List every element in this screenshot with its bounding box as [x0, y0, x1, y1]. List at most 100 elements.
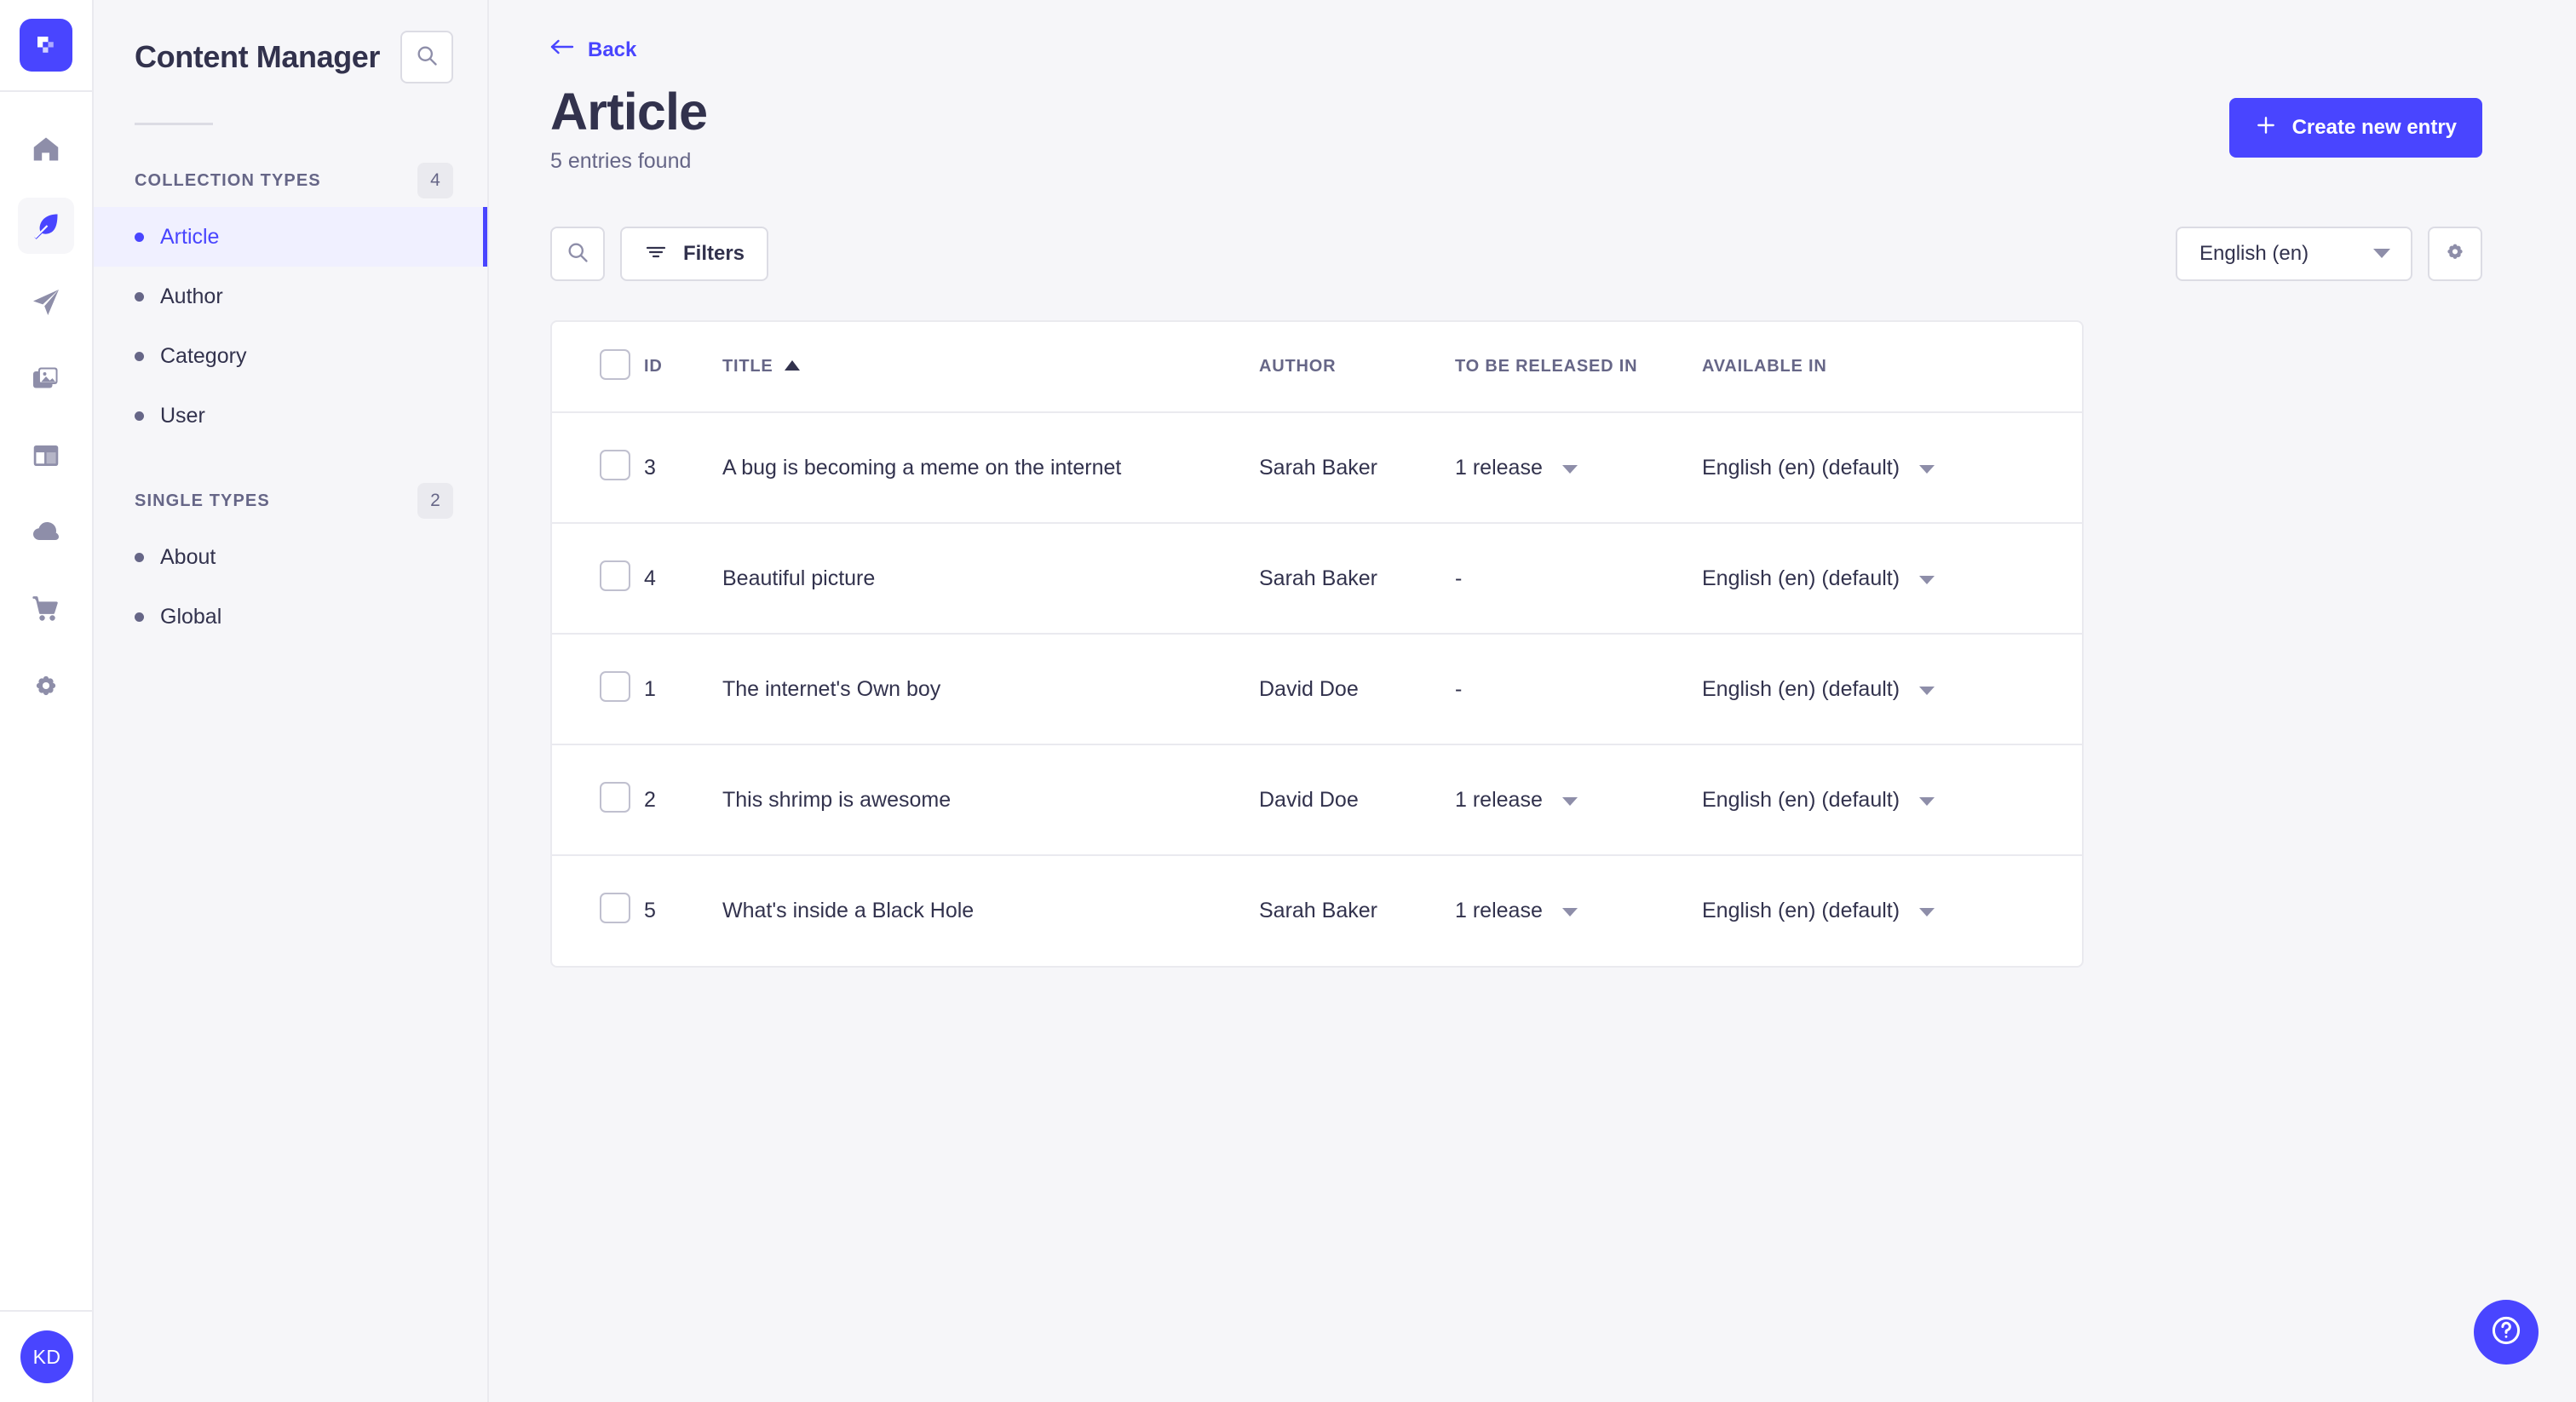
column-header-release[interactable]: TO BE RELEASED IN	[1455, 322, 1702, 414]
help-question-icon	[2490, 1314, 2522, 1351]
row-checkbox[interactable]	[600, 781, 630, 813]
column-header-select-all	[552, 322, 644, 414]
table-body: 3 A bug is becoming a meme on the intern…	[552, 412, 2082, 966]
marketplace-cloud-icon[interactable]	[18, 504, 74, 560]
main-content: Back Article 5 entries found Create new …	[489, 0, 2576, 1402]
row-select-cell	[552, 855, 644, 966]
cell-author: Sarah Baker	[1259, 523, 1455, 635]
content-type-builder-layout-icon[interactable]	[18, 428, 74, 484]
page-heading-group: Article 5 entries found	[550, 84, 708, 174]
table-header-row: ID TITLE AUTHOR TO BE RELEASED IN AVAILA…	[552, 322, 2082, 414]
column-header-available[interactable]: AVAILABLE IN	[1702, 322, 2082, 414]
toolbar-left: Filters	[550, 227, 769, 282]
available-dropdown[interactable]: English (en) (default)	[1702, 456, 1935, 480]
filters-button[interactable]: Filters	[620, 227, 769, 282]
page-title: Content Manager	[135, 39, 381, 74]
select-all-checkbox[interactable]	[600, 348, 630, 380]
content-manager-feather-icon[interactable]	[18, 198, 74, 254]
available-label: English (en) (default)	[1702, 787, 1900, 812]
section-label: SINGLE TYPES	[135, 491, 270, 510]
sidebar-item-global[interactable]: Global	[94, 587, 487, 646]
back-label: Back	[588, 37, 637, 61]
filters-label: Filters	[683, 242, 745, 266]
column-title-sort[interactable]: TITLE	[722, 357, 801, 376]
cell-release: 1 release	[1455, 855, 1702, 966]
search-button[interactable]	[400, 31, 453, 83]
entries-table: ID TITLE AUTHOR TO BE RELEASED IN AVAILA…	[552, 322, 2082, 966]
strapi-logo-icon[interactable]	[20, 19, 72, 72]
create-new-entry-button[interactable]: Create new entry	[2228, 98, 2482, 158]
table-row[interactable]: 3 A bug is becoming a meme on the intern…	[552, 412, 2082, 525]
locale-select[interactable]: English (en)	[2176, 227, 2412, 282]
cell-id: 5	[644, 899, 656, 923]
single-types-list: About Global	[94, 527, 487, 646]
release-label: 1 release	[1455, 455, 1543, 480]
cell-release: 1 release	[1455, 412, 1702, 525]
bullet-icon	[135, 411, 144, 421]
chevron-down-icon	[1918, 788, 1935, 813]
collection-types-list: Article Author Category User	[94, 207, 487, 445]
available-dropdown[interactable]: English (en) (default)	[1702, 788, 1935, 813]
sidebar-item-about[interactable]: About	[94, 527, 487, 587]
row-select-cell	[552, 412, 644, 525]
section-header-collection-types: COLLECTION TYPES 4	[94, 163, 487, 198]
icon-rail: KD	[0, 0, 94, 1402]
cell-available: English (en) (default)	[1702, 855, 2082, 966]
cell-author: David Doe	[1259, 744, 1455, 857]
table-row[interactable]: 2 This shrimp is awesome David Doe 1 rel…	[552, 744, 2082, 857]
column-header-title[interactable]: TITLE	[722, 322, 1259, 414]
release-dropdown[interactable]: 1 release	[1455, 456, 1578, 480]
avatar[interactable]: KD	[20, 1330, 73, 1383]
table-row[interactable]: 1 The internet's Own boy David Doe - Eng…	[552, 634, 2082, 746]
cell-release: -	[1455, 523, 1702, 635]
row-checkbox[interactable]	[600, 560, 630, 591]
sidebar-item-article[interactable]: Article	[94, 207, 487, 267]
chevron-down-icon	[1918, 456, 1935, 480]
help-button[interactable]	[2474, 1300, 2539, 1365]
column-header-id[interactable]: ID	[644, 322, 722, 414]
row-select-cell	[552, 523, 644, 635]
row-checkbox[interactable]	[600, 893, 630, 924]
sidebar-item-user[interactable]: User	[94, 386, 487, 445]
bullet-icon	[135, 552, 144, 562]
home-icon[interactable]	[18, 121, 74, 177]
cell-author: Sarah Baker	[1259, 412, 1455, 525]
sidebar-item-category[interactable]: Category	[94, 326, 487, 386]
content-manager-subnav: Content Manager COLLECTION TYPES 4 Artic…	[94, 0, 489, 1402]
available-dropdown[interactable]: English (en) (default)	[1702, 677, 1935, 702]
available-dropdown[interactable]: English (en) (default)	[1702, 566, 1935, 591]
cell-available: English (en) (default)	[1702, 634, 2082, 746]
bullet-icon	[135, 232, 144, 242]
cell-author: David Doe	[1259, 634, 1455, 746]
page-header: Article 5 entries found Create new entry	[550, 84, 2482, 174]
back-link[interactable]: Back	[550, 37, 636, 62]
cell-title: What's inside a Black Hole	[722, 899, 975, 923]
releases-paper-plane-icon[interactable]	[18, 274, 74, 330]
settings-gear-icon[interactable]	[18, 658, 74, 714]
available-dropdown[interactable]: English (en) (default)	[1702, 899, 1935, 923]
entries-table-card: ID TITLE AUTHOR TO BE RELEASED IN AVAILA…	[550, 320, 2084, 968]
search-input-button[interactable]	[550, 227, 605, 282]
table-row[interactable]: 4 Beautiful picture Sarah Baker - Englis…	[552, 523, 2082, 635]
bullet-icon	[135, 291, 144, 302]
subnav-divider	[135, 123, 213, 125]
available-label: English (en) (default)	[1702, 676, 1900, 701]
table-row[interactable]: 5 What's inside a Black Hole Sarah Baker…	[552, 855, 2082, 966]
cell-author: Sarah Baker	[1259, 899, 1377, 923]
release-dropdown[interactable]: 1 release	[1455, 899, 1578, 923]
row-checkbox[interactable]	[600, 449, 630, 480]
media-library-images-icon[interactable]	[18, 351, 74, 407]
chevron-down-icon	[1561, 788, 1578, 813]
column-header-author[interactable]: AUTHOR	[1259, 322, 1455, 414]
chevron-down-icon	[1918, 677, 1935, 702]
view-settings-button[interactable]	[2428, 227, 2482, 282]
release-dropdown[interactable]: 1 release	[1455, 788, 1578, 813]
filter-icon	[644, 241, 668, 267]
rail-item-list	[18, 121, 74, 714]
sidebar-item-author[interactable]: Author	[94, 267, 487, 326]
bullet-icon	[135, 612, 144, 622]
cell-id: 3	[644, 412, 722, 525]
plugins-cart-icon[interactable]	[18, 581, 74, 637]
row-checkbox[interactable]	[600, 670, 630, 702]
cell-id: 1	[644, 634, 722, 746]
